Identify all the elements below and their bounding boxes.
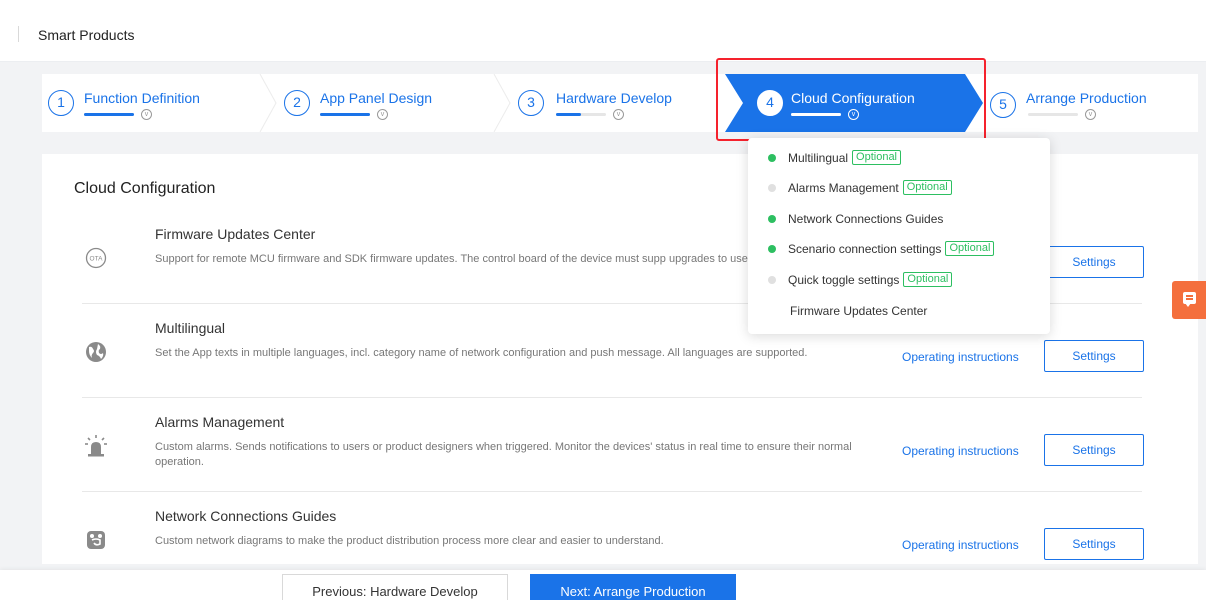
ota-icon: OTA (85, 247, 107, 269)
highlight-box (716, 58, 986, 141)
dropdown-item-label: Network Connections Guides (788, 211, 944, 226)
stepper: 1 Function Definition v 2 App Panel Desi… (42, 74, 1198, 132)
step-dropdown-menu: Multilingual Optional Alarms Management Op… (748, 138, 1050, 334)
section-heading: Cloud Configuration (74, 180, 216, 197)
step-label: Arrange Production (1026, 90, 1147, 106)
chevron-down-icon[interactable]: v (377, 109, 388, 120)
optional-tag: Optional (902, 180, 952, 196)
alarm-icon (85, 435, 107, 457)
operating-instructions-link[interactable]: Operating instructions (902, 538, 1019, 552)
dropdown-item-label: Alarms Management (788, 180, 899, 195)
feedback-button[interactable] (1172, 281, 1206, 319)
dropdown-item-label: Scenario connection settings (788, 241, 942, 256)
step-arrange-production[interactable]: 5 Arrange Production v (990, 74, 1198, 132)
settings-button[interactable]: Settings (1044, 434, 1144, 466)
dropdown-item-alarms[interactable]: Alarms Management Optional (768, 180, 952, 200)
step-number: 2 (284, 90, 310, 116)
top-header: Smart Products (0, 0, 1206, 62)
operating-instructions-link[interactable]: Operating instructions (902, 444, 1019, 458)
step-function-definition[interactable]: 1 Function Definition v (48, 74, 258, 132)
step-label: Hardware Develop (556, 90, 672, 106)
feature-description: Custom network diagrams to make the prod… (155, 535, 664, 547)
dropdown-item-quick-toggle[interactable]: Quick toggle settings Optional (768, 272, 953, 292)
message-icon (1183, 292, 1196, 307)
ota-icon-text: OTA (90, 256, 104, 263)
step-hardware-develop[interactable]: 3 Hardware Develop v (518, 74, 728, 132)
status-dot (768, 183, 776, 192)
settings-button[interactable]: Settings (1044, 528, 1144, 560)
dropdown-item-scenario[interactable]: Scenario connection settings Optional (768, 241, 995, 261)
step-progress (1028, 113, 1078, 116)
step-number: 3 (518, 90, 544, 116)
step-label: Function Definition (84, 90, 200, 106)
feature-description: Set the App texts in multiple languages,… (155, 347, 808, 359)
status-dot (768, 275, 776, 284)
step-app-panel-design[interactable]: 2 App Panel Design v (284, 74, 494, 132)
chevron-down-icon[interactable]: v (1085, 109, 1096, 120)
dropdown-item-firmware[interactable]: Firmware Updates Center (790, 303, 927, 323)
feature-title: Multilingual (155, 320, 226, 336)
status-dot (768, 214, 776, 223)
chevron-down-icon[interactable]: v (141, 109, 152, 120)
step-separator (493, 74, 511, 132)
status-dot (768, 244, 776, 253)
step-separator (259, 74, 277, 132)
feature-row-alarms: Alarms Management Custom alarms. Sends n… (82, 398, 1144, 492)
step-progress (556, 113, 606, 116)
optional-tag: Optional (903, 272, 953, 288)
page-title: Smart Products (38, 27, 135, 43)
step-number: 1 (48, 90, 74, 116)
optional-tag: Optional (852, 150, 902, 166)
operating-instructions-link[interactable]: Operating instructions (902, 350, 1019, 364)
next-step-button[interactable]: Next: Arrange Production (530, 574, 736, 600)
dropdown-item-multilingual[interactable]: Multilingual Optional (768, 150, 902, 170)
settings-button[interactable]: Settings (1044, 340, 1144, 372)
feature-title: Network Connections Guides (155, 508, 337, 524)
globe-icon (86, 342, 106, 362)
dropdown-item-label: Multilingual (788, 150, 849, 165)
previous-step-button[interactable]: Previous: Hardware Develop (282, 574, 508, 600)
step-progress (84, 113, 134, 116)
feature-description: Custom alarms. Sends notifications to us… (155, 441, 852, 468)
settings-button[interactable]: Settings (1044, 246, 1144, 278)
network-guide-icon (87, 531, 105, 549)
feature-title: Firmware Updates Center (155, 226, 316, 242)
dropdown-item-label: Firmware Updates Center (790, 303, 928, 318)
dropdown-item-label: Quick toggle settings (788, 272, 900, 287)
step-number: 5 (990, 92, 1016, 118)
feature-title: Alarms Management (155, 414, 285, 430)
step-progress (320, 113, 370, 116)
optional-tag: Optional (945, 241, 995, 257)
dropdown-item-network-guides[interactable]: Network Connections Guides (768, 211, 943, 231)
step-label: App Panel Design (320, 90, 433, 106)
status-dot (768, 153, 776, 162)
header-divider (18, 26, 19, 42)
chevron-down-icon[interactable]: v (613, 109, 624, 120)
